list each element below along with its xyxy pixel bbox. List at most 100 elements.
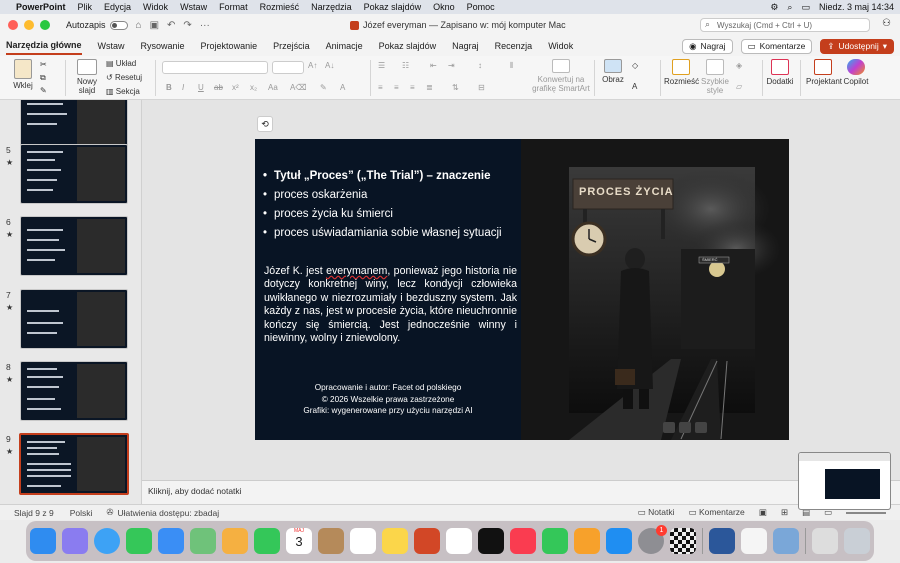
- align-center-icon[interactable]: ≡: [394, 83, 399, 92]
- columns-icon[interactable]: ⫴: [510, 61, 513, 71]
- picture-button[interactable]: Obraz: [600, 59, 626, 84]
- trash-icon[interactable]: [844, 528, 870, 554]
- slide-thumbnails-panel[interactable]: 5 ★ 6 ★ 7 ★ 8 ★ 9 ★: [0, 100, 142, 504]
- paste-button[interactable]: Wklej: [8, 59, 38, 90]
- change-case-icon[interactable]: Aa: [268, 83, 278, 92]
- messages-icon[interactable]: [126, 528, 152, 554]
- align-right-icon[interactable]: ≡: [410, 83, 415, 92]
- menu-view[interactable]: Widok: [143, 2, 168, 12]
- increase-font-icon[interactable]: A↑: [308, 61, 317, 70]
- addins-button[interactable]: Dodatki: [766, 59, 794, 86]
- slide-image-train-station[interactable]: PROCES ŻYCIA ŚMIERĆ: [521, 139, 789, 440]
- pages-icon[interactable]: [574, 528, 600, 554]
- image-tool-icon[interactable]: [695, 422, 707, 433]
- minimize-window-icon[interactable]: [24, 20, 34, 30]
- textbox-icon[interactable]: A: [632, 82, 637, 91]
- underline-icon[interactable]: U: [198, 83, 204, 92]
- bullets-icon[interactable]: ☰: [378, 61, 385, 70]
- new-slide-button[interactable]: Nowy slajd: [70, 59, 104, 95]
- font-color-icon[interactable]: A: [340, 83, 345, 92]
- menu-app-name[interactable]: PowerPoint: [16, 2, 66, 12]
- slide-thumbnail-6[interactable]: [20, 216, 128, 276]
- record-button[interactable]: ◉ Nagraj: [682, 38, 733, 54]
- menu-format[interactable]: Format: [219, 2, 248, 12]
- tab-design[interactable]: Projektowanie: [201, 38, 258, 54]
- home-icon[interactable]: ⌂: [136, 20, 142, 31]
- menu-slideshow[interactable]: Pokaz slajdów: [364, 2, 422, 12]
- italic-icon[interactable]: I: [182, 83, 184, 92]
- designer-ideas-icon[interactable]: ⟲: [257, 116, 273, 132]
- convert-smartart-button[interactable]: Konwertuj na grafikę SmartArt: [532, 59, 590, 93]
- slide-sorter-icon[interactable]: ⊞: [781, 507, 788, 518]
- notes-pane[interactable]: Kliknij, aby dodać notatki: [142, 480, 900, 504]
- format-painter-icon[interactable]: ✎: [40, 86, 47, 95]
- decrease-font-icon[interactable]: A↓: [325, 61, 334, 70]
- font-size-dropdown[interactable]: [272, 61, 304, 74]
- tab-view[interactable]: Widok: [548, 38, 573, 54]
- strikethrough-icon[interactable]: ab: [214, 83, 223, 92]
- comments-button[interactable]: ▭ Komentarze: [740, 38, 813, 54]
- menu-insert[interactable]: Wstaw: [180, 2, 207, 12]
- clock-datetime[interactable]: Niedz. 3 maj 14:34: [819, 2, 894, 12]
- image-tool-icon[interactable]: [663, 422, 675, 433]
- tab-draw[interactable]: Rysowanie: [141, 38, 185, 54]
- notes-app-icon[interactable]: [382, 528, 408, 554]
- window-preview-thumbnail[interactable]: [798, 452, 891, 510]
- image-tool-icon[interactable]: [679, 422, 691, 433]
- reminders-icon[interactable]: [350, 528, 376, 554]
- system-settings-icon[interactable]: 1: [638, 525, 667, 554]
- close-window-icon[interactable]: [8, 20, 18, 30]
- menu-edit[interactable]: Edycja: [104, 2, 131, 12]
- facetime-icon[interactable]: [254, 528, 280, 554]
- calendar-icon[interactable]: MAJ 3: [286, 528, 312, 554]
- arrange-button[interactable]: Rozmieść: [664, 59, 699, 86]
- copilot-button[interactable]: Copilot: [842, 59, 870, 86]
- bold-icon[interactable]: B: [166, 83, 172, 92]
- accessibility-status[interactable]: Ułatwienia dostępu: zbadaj: [118, 508, 220, 518]
- superscript-icon[interactable]: x²: [232, 83, 239, 92]
- finder-icon[interactable]: [30, 528, 56, 554]
- autosave-toggle[interactable]: [109, 20, 128, 30]
- slide-credits[interactable]: Opracowanie i autor: Facet od polskiego …: [255, 382, 521, 417]
- align-text-icon[interactable]: ⊟: [478, 83, 485, 92]
- share-people-icon[interactable]: ⚇: [882, 18, 891, 29]
- increase-indent-icon[interactable]: ⇥: [448, 61, 455, 70]
- notes-toggle-button[interactable]: ▭ Notatki: [638, 507, 675, 518]
- photos-icon[interactable]: [222, 528, 248, 554]
- shape-fill-icon[interactable]: ◈: [736, 61, 742, 70]
- zoom-slider[interactable]: [846, 511, 886, 514]
- language-label[interactable]: Polski: [70, 508, 93, 518]
- tab-transitions[interactable]: Przejścia: [273, 38, 310, 54]
- tab-review[interactable]: Recenzja: [495, 38, 533, 54]
- decrease-indent-icon[interactable]: ⇤: [430, 61, 437, 70]
- slide-thumbnail-9-selected[interactable]: [19, 433, 129, 495]
- redo-icon[interactable]: ↷: [183, 20, 191, 31]
- menu-window[interactable]: Okno: [433, 2, 455, 12]
- undo-icon[interactable]: ↶: [167, 20, 175, 31]
- battery-icon[interactable]: ▭: [801, 2, 810, 13]
- slide-thumbnail-5[interactable]: [20, 144, 128, 204]
- accessibility-icon[interactable]: ✇: [106, 507, 113, 518]
- justify-icon[interactable]: ≣: [426, 83, 433, 92]
- copy-icon[interactable]: ⧉: [40, 73, 46, 83]
- launchpad-icon[interactable]: [62, 528, 88, 554]
- contacts-icon[interactable]: [318, 528, 344, 554]
- safari-icon[interactable]: [94, 528, 120, 554]
- line-spacing-icon[interactable]: ↕: [478, 61, 482, 70]
- mail-icon[interactable]: [158, 528, 184, 554]
- menu-arrange[interactable]: Rozmieść: [260, 2, 300, 12]
- subscript-icon[interactable]: x₂: [250, 83, 257, 92]
- cut-icon[interactable]: ✂: [40, 60, 47, 69]
- tab-record[interactable]: Nagraj: [452, 38, 479, 54]
- search-spotlight-icon[interactable]: ⌕: [787, 2, 792, 13]
- tab-home[interactable]: Narzędzia główne: [6, 37, 82, 55]
- downloads-stack-icon[interactable]: [812, 528, 838, 554]
- designer-button[interactable]: Projektant: [806, 59, 842, 86]
- tab-animations[interactable]: Animacje: [326, 38, 363, 54]
- text-direction-icon[interactable]: ⇅: [452, 83, 459, 92]
- music-icon[interactable]: [510, 528, 536, 554]
- normal-view-icon[interactable]: ▣: [759, 507, 767, 518]
- numbers-icon[interactable]: [542, 528, 568, 554]
- comments-toggle-button[interactable]: ▭ Komentarze: [689, 507, 745, 518]
- current-slide[interactable]: Tytuł „Proces” („The Trial”) – znaczenie…: [255, 139, 789, 440]
